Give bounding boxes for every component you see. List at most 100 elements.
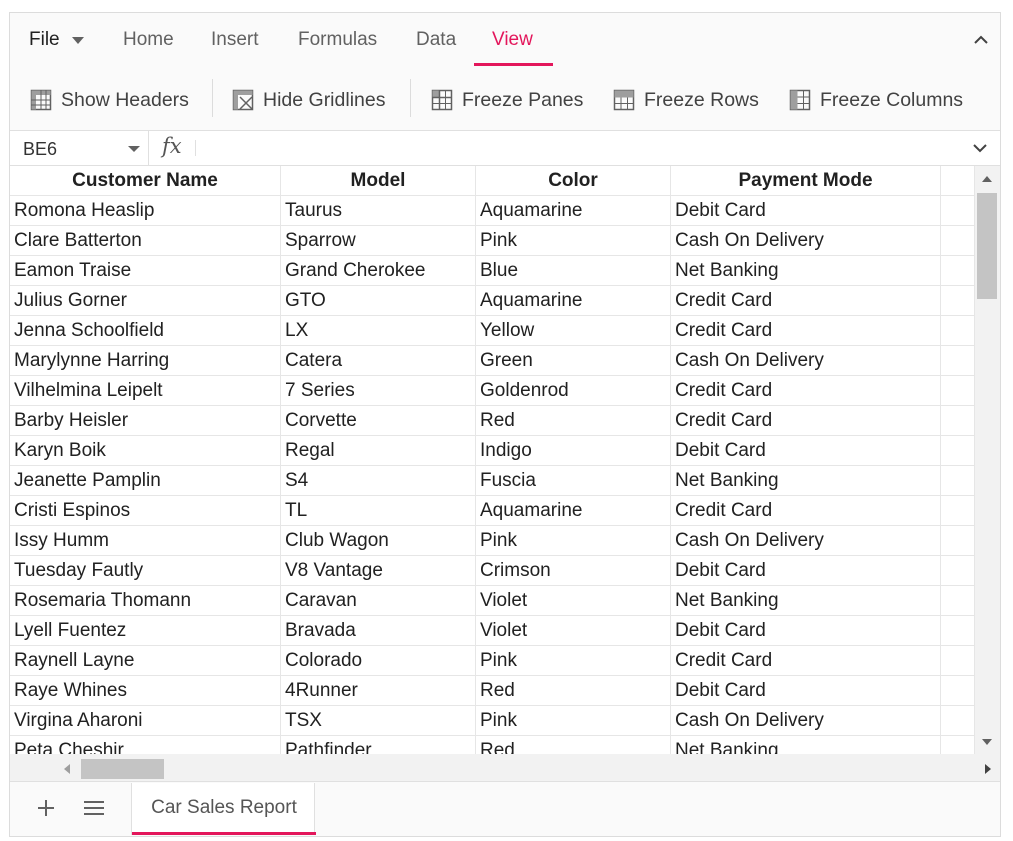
cell-model[interactable]: Club Wagon [281,526,476,556]
tab-file[interactable]: File [29,28,60,68]
cell-model[interactable]: LX [281,316,476,346]
cell-model[interactable]: TL [281,496,476,526]
cell-empty[interactable] [941,556,975,586]
cell-model[interactable]: Bravada [281,616,476,646]
cell-customer-name[interactable]: Raye Whines [10,676,281,706]
name-box-dropdown-icon[interactable] [128,146,140,152]
cell-payment-mode[interactable]: Debit Card [671,196,941,226]
cell-payment-mode[interactable]: Debit Card [671,676,941,706]
cell-model[interactable]: Caravan [281,586,476,616]
cell-color[interactable]: Violet [476,586,671,616]
expand-formula-bar-chevron-down-icon[interactable] [972,142,988,154]
cell-empty[interactable] [941,376,975,406]
cell-customer-name[interactable]: Marylynne Harring [10,346,281,376]
horizontal-scrollbar[interactable] [10,754,1000,782]
cell-payment-mode[interactable]: Debit Card [671,616,941,646]
scroll-left-arrow-icon[interactable] [64,764,70,774]
cell-model[interactable]: S4 [281,466,476,496]
cell-customer-name[interactable]: Romona Heaslip [10,196,281,226]
cell-color[interactable]: Pink [476,706,671,736]
name-box[interactable]: BE6 [10,131,149,165]
cell-model[interactable]: 7 Series [281,376,476,406]
cell-customer-name[interactable]: Vilhelmina Leipelt [10,376,281,406]
file-dropdown-caret-icon[interactable] [72,37,84,44]
cell-customer-name[interactable]: Tuesday Fautly [10,556,281,586]
freeze-panes-button[interactable]: Freeze Panes [431,85,583,115]
column-header-payment-mode[interactable]: Payment Mode [671,166,941,196]
tab-home[interactable]: Home [123,28,174,68]
tab-view[interactable]: View [492,28,533,68]
horizontal-scroll-thumb[interactable] [81,759,164,779]
cell-payment-mode[interactable]: Cash On Delivery [671,706,941,736]
cell-customer-name[interactable]: Eamon Traise [10,256,281,286]
cell-customer-name[interactable]: Peta Cheshir [10,736,281,754]
column-header-empty[interactable] [941,166,975,196]
cell-customer-name[interactable]: Clare Batterton [10,226,281,256]
sheet-grid[interactable]: Customer Name Model Color Payment Mode R… [10,166,975,754]
cell-payment-mode[interactable]: Credit Card [671,646,941,676]
tab-formulas[interactable]: Formulas [298,28,377,68]
cell-model[interactable]: Taurus [281,196,476,226]
cell-empty[interactable] [941,346,975,376]
cell-customer-name[interactable]: Karyn Boik [10,436,281,466]
cell-payment-mode[interactable]: Cash On Delivery [671,526,941,556]
cell-empty[interactable] [941,736,975,754]
cell-model[interactable]: Regal [281,436,476,466]
cell-empty[interactable] [941,586,975,616]
cell-empty[interactable] [941,406,975,436]
cell-empty[interactable] [941,496,975,526]
cell-color[interactable]: Indigo [476,436,671,466]
cell-color[interactable]: Pink [476,646,671,676]
cell-color[interactable]: Blue [476,256,671,286]
cell-payment-mode[interactable]: Net Banking [671,586,941,616]
cell-empty[interactable] [941,316,975,346]
formula-input[interactable] [206,133,946,163]
cell-empty[interactable] [941,286,975,316]
cell-color[interactable]: Red [476,406,671,436]
cell-model[interactable]: 4Runner [281,676,476,706]
cell-payment-mode[interactable]: Cash On Delivery [671,226,941,256]
cell-model[interactable]: Corvette [281,406,476,436]
column-header-color[interactable]: Color [476,166,671,196]
sheet-tab-car-sales-report[interactable]: Car Sales Report [131,783,316,835]
cell-empty[interactable] [941,256,975,286]
cell-empty[interactable] [941,706,975,736]
tab-data[interactable]: Data [416,28,456,68]
freeze-columns-button[interactable]: Freeze Columns [789,85,963,115]
cell-payment-mode[interactable]: Net Banking [671,736,941,754]
cell-customer-name[interactable]: Issy Humm [10,526,281,556]
freeze-rows-button[interactable]: Freeze Rows [613,85,759,115]
cell-payment-mode[interactable]: Credit Card [671,286,941,316]
cell-color[interactable]: Yellow [476,316,671,346]
cell-model[interactable]: GTO [281,286,476,316]
hamburger-menu-icon[interactable] [83,798,105,818]
cell-payment-mode[interactable]: Cash On Delivery [671,346,941,376]
cell-empty[interactable] [941,436,975,466]
cell-customer-name[interactable]: Virgina Aharoni [10,706,281,736]
scroll-up-arrow-icon[interactable] [982,176,992,182]
cell-color[interactable]: Aquamarine [476,496,671,526]
cell-payment-mode[interactable]: Credit Card [671,316,941,346]
cell-payment-mode[interactable]: Net Banking [671,466,941,496]
cell-color[interactable]: Fuscia [476,466,671,496]
vertical-scroll-thumb[interactable] [977,193,997,299]
cell-color[interactable]: Violet [476,616,671,646]
cell-customer-name[interactable]: Julius Gorner [10,286,281,316]
cell-empty[interactable] [941,646,975,676]
tab-insert[interactable]: Insert [211,28,259,68]
cell-payment-mode[interactable]: Debit Card [671,436,941,466]
cell-customer-name[interactable]: Jeanette Pamplin [10,466,281,496]
cell-color[interactable]: Red [476,736,671,754]
cell-customer-name[interactable]: Jenna Schoolfield [10,316,281,346]
cell-payment-mode[interactable]: Credit Card [671,376,941,406]
cell-payment-mode[interactable]: Net Banking [671,256,941,286]
cell-empty[interactable] [941,196,975,226]
scroll-right-arrow-icon[interactable] [985,764,991,774]
cell-color[interactable]: Green [476,346,671,376]
cell-model[interactable]: Sparrow [281,226,476,256]
cell-payment-mode[interactable]: Credit Card [671,406,941,436]
cell-payment-mode[interactable]: Credit Card [671,496,941,526]
cell-empty[interactable] [941,616,975,646]
cell-color[interactable]: Crimson [476,556,671,586]
vertical-scrollbar[interactable] [975,166,1000,754]
